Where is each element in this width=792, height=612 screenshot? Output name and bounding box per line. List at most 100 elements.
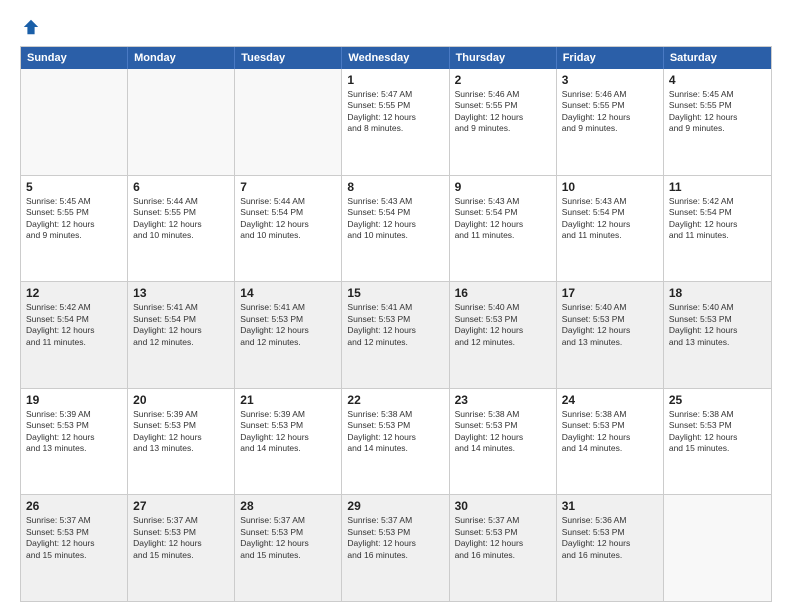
weekday-header: Thursday — [450, 47, 557, 69]
cell-info: Sunrise: 5:38 AM Sunset: 5:53 PM Dayligh… — [669, 409, 766, 455]
day-number: 3 — [562, 73, 658, 87]
day-number: 11 — [669, 180, 766, 194]
calendar-cell: 21Sunrise: 5:39 AM Sunset: 5:53 PM Dayli… — [235, 389, 342, 495]
calendar-cell: 18 Sunrise: 5:40 AM Sunset: 5:53 PM Dayli… — [664, 282, 771, 388]
day-number: 16 — [455, 286, 551, 300]
calendar-cell: 13 Sunrise: 5:41 AM Sunset: 5:54 PM Dayli… — [128, 282, 235, 388]
cell-info: Sunrise: 5:37 AM Sunset: 5:53 PM Dayligh… — [240, 515, 336, 561]
calendar-cell: 29 Sunrise: 5:37 AM Sunset: 5:53 PM Dayli… — [342, 495, 449, 601]
logo-text — [20, 18, 40, 36]
day-number: 26 — [26, 499, 122, 513]
calendar-cell: 16 Sunrise: 5:40 AM Sunset: 5:53 PM Dayli… — [450, 282, 557, 388]
calendar-cell: 12 Sunrise: 5:42 AM Sunset: 5:54 PM Dayli… — [21, 282, 128, 388]
day-number: 14 — [240, 286, 336, 300]
cell-info: Sunrise: 5:44 AM Sunset: 5:55 PM Dayligh… — [133, 196, 229, 242]
calendar-cell: 8 Sunrise: 5:43 AM Sunset: 5:54 PM Daylig… — [342, 176, 449, 282]
calendar-cell: 27Sunrise: 5:37 AM Sunset: 5:53 PM Dayli… — [128, 495, 235, 601]
page: SundayMondayTuesdayWednesdayThursdayFrid… — [0, 0, 792, 612]
cell-info: Sunrise: 5:39 AM Sunset: 5:53 PM Dayligh… — [26, 409, 122, 455]
calendar-row: 1 Sunrise: 5:47 AM Sunset: 5:55 PM Daylig… — [21, 69, 771, 176]
day-number: 25 — [669, 393, 766, 407]
calendar-cell: 25 Sunrise: 5:38 AM Sunset: 5:53 PM Dayli… — [664, 389, 771, 495]
calendar-cell: 28 Sunrise: 5:37 AM Sunset: 5:53 PM Dayli… — [235, 495, 342, 601]
day-number: 8 — [347, 180, 443, 194]
day-number: 9 — [455, 180, 551, 194]
cell-info: Sunrise: 5:38 AM Sunset: 5:53 PM Dayligh… — [562, 409, 658, 455]
calendar-cell: 6Sunrise: 5:44 AM Sunset: 5:55 PM Daylig… — [128, 176, 235, 282]
calendar-cell: 26 Sunrise: 5:37 AM Sunset: 5:53 PM Dayli… — [21, 495, 128, 601]
cell-info: Sunrise: 5:41 AM Sunset: 5:53 PM Dayligh… — [347, 302, 443, 348]
calendar-cell: 17 Sunrise: 5:40 AM Sunset: 5:53 PM Dayli… — [557, 282, 664, 388]
calendar-cell: 5 Sunrise: 5:45 AM Sunset: 5:55 PM Daylig… — [21, 176, 128, 282]
weekday-header: Wednesday — [342, 47, 449, 69]
calendar-cell — [664, 495, 771, 601]
calendar: SundayMondayTuesdayWednesdayThursdayFrid… — [20, 46, 772, 602]
calendar-cell: 20Sunrise: 5:39 AM Sunset: 5:53 PM Dayli… — [128, 389, 235, 495]
calendar-cell: 4Sunrise: 5:45 AM Sunset: 5:55 PM Daylig… — [664, 69, 771, 175]
calendar-cell — [21, 69, 128, 175]
calendar-cell: 1 Sunrise: 5:47 AM Sunset: 5:55 PM Daylig… — [342, 69, 449, 175]
calendar-header: SundayMondayTuesdayWednesdayThursdayFrid… — [21, 47, 771, 69]
day-number: 13 — [133, 286, 229, 300]
day-number: 12 — [26, 286, 122, 300]
day-number: 10 — [562, 180, 658, 194]
calendar-row: 12 Sunrise: 5:42 AM Sunset: 5:54 PM Dayli… — [21, 282, 771, 389]
cell-info: Sunrise: 5:36 AM Sunset: 5:53 PM Dayligh… — [562, 515, 658, 561]
day-number: 18 — [669, 286, 766, 300]
day-number: 1 — [347, 73, 443, 87]
cell-info: Sunrise: 5:38 AM Sunset: 5:53 PM Dayligh… — [455, 409, 551, 455]
cell-info: Sunrise: 5:41 AM Sunset: 5:54 PM Dayligh… — [133, 302, 229, 348]
day-number: 23 — [455, 393, 551, 407]
cell-info: Sunrise: 5:40 AM Sunset: 5:53 PM Dayligh… — [455, 302, 551, 348]
day-number: 28 — [240, 499, 336, 513]
day-number: 15 — [347, 286, 443, 300]
cell-info: Sunrise: 5:37 AM Sunset: 5:53 PM Dayligh… — [455, 515, 551, 561]
calendar-cell: 19 Sunrise: 5:39 AM Sunset: 5:53 PM Dayli… — [21, 389, 128, 495]
logo-icon — [22, 18, 40, 36]
cell-info: Sunrise: 5:40 AM Sunset: 5:53 PM Dayligh… — [669, 302, 766, 348]
calendar-cell: 22Sunrise: 5:38 AM Sunset: 5:53 PM Dayli… — [342, 389, 449, 495]
calendar-cell: 10 Sunrise: 5:43 AM Sunset: 5:54 PM Dayli… — [557, 176, 664, 282]
day-number: 27 — [133, 499, 229, 513]
weekday-header: Saturday — [664, 47, 771, 69]
cell-info: Sunrise: 5:39 AM Sunset: 5:53 PM Dayligh… — [133, 409, 229, 455]
calendar-cell: 7Sunrise: 5:44 AM Sunset: 5:54 PM Daylig… — [235, 176, 342, 282]
day-number: 5 — [26, 180, 122, 194]
weekday-header: Monday — [128, 47, 235, 69]
weekday-header: Tuesday — [235, 47, 342, 69]
calendar-cell: 23 Sunrise: 5:38 AM Sunset: 5:53 PM Dayli… — [450, 389, 557, 495]
calendar-cell: 14 Sunrise: 5:41 AM Sunset: 5:53 PM Dayli… — [235, 282, 342, 388]
cell-info: Sunrise: 5:47 AM Sunset: 5:55 PM Dayligh… — [347, 89, 443, 135]
day-number: 29 — [347, 499, 443, 513]
logo — [20, 18, 40, 36]
day-number: 19 — [26, 393, 122, 407]
calendar-cell — [235, 69, 342, 175]
calendar-row: 5 Sunrise: 5:45 AM Sunset: 5:55 PM Daylig… — [21, 176, 771, 283]
cell-info: Sunrise: 5:37 AM Sunset: 5:53 PM Dayligh… — [347, 515, 443, 561]
cell-info: Sunrise: 5:46 AM Sunset: 5:55 PM Dayligh… — [455, 89, 551, 135]
cell-info: Sunrise: 5:42 AM Sunset: 5:54 PM Dayligh… — [26, 302, 122, 348]
day-number: 2 — [455, 73, 551, 87]
calendar-body: 1 Sunrise: 5:47 AM Sunset: 5:55 PM Daylig… — [21, 69, 771, 601]
cell-info: Sunrise: 5:40 AM Sunset: 5:53 PM Dayligh… — [562, 302, 658, 348]
calendar-cell: 15 Sunrise: 5:41 AM Sunset: 5:53 PM Dayli… — [342, 282, 449, 388]
day-number: 17 — [562, 286, 658, 300]
weekday-header: Friday — [557, 47, 664, 69]
calendar-cell: 2 Sunrise: 5:46 AM Sunset: 5:55 PM Daylig… — [450, 69, 557, 175]
calendar-cell — [128, 69, 235, 175]
cell-info: Sunrise: 5:41 AM Sunset: 5:53 PM Dayligh… — [240, 302, 336, 348]
cell-info: Sunrise: 5:43 AM Sunset: 5:54 PM Dayligh… — [455, 196, 551, 242]
cell-info: Sunrise: 5:42 AM Sunset: 5:54 PM Dayligh… — [669, 196, 766, 242]
cell-info: Sunrise: 5:45 AM Sunset: 5:55 PM Dayligh… — [669, 89, 766, 135]
cell-info: Sunrise: 5:46 AM Sunset: 5:55 PM Dayligh… — [562, 89, 658, 135]
day-number: 24 — [562, 393, 658, 407]
cell-info: Sunrise: 5:45 AM Sunset: 5:55 PM Dayligh… — [26, 196, 122, 242]
cell-info: Sunrise: 5:39 AM Sunset: 5:53 PM Dayligh… — [240, 409, 336, 455]
cell-info: Sunrise: 5:43 AM Sunset: 5:54 PM Dayligh… — [562, 196, 658, 242]
header — [20, 18, 772, 36]
cell-info: Sunrise: 5:43 AM Sunset: 5:54 PM Dayligh… — [347, 196, 443, 242]
calendar-cell: 30Sunrise: 5:37 AM Sunset: 5:53 PM Dayli… — [450, 495, 557, 601]
calendar-row: 26 Sunrise: 5:37 AM Sunset: 5:53 PM Dayli… — [21, 495, 771, 601]
cell-info: Sunrise: 5:37 AM Sunset: 5:53 PM Dayligh… — [26, 515, 122, 561]
calendar-cell: 24 Sunrise: 5:38 AM Sunset: 5:53 PM Dayli… — [557, 389, 664, 495]
